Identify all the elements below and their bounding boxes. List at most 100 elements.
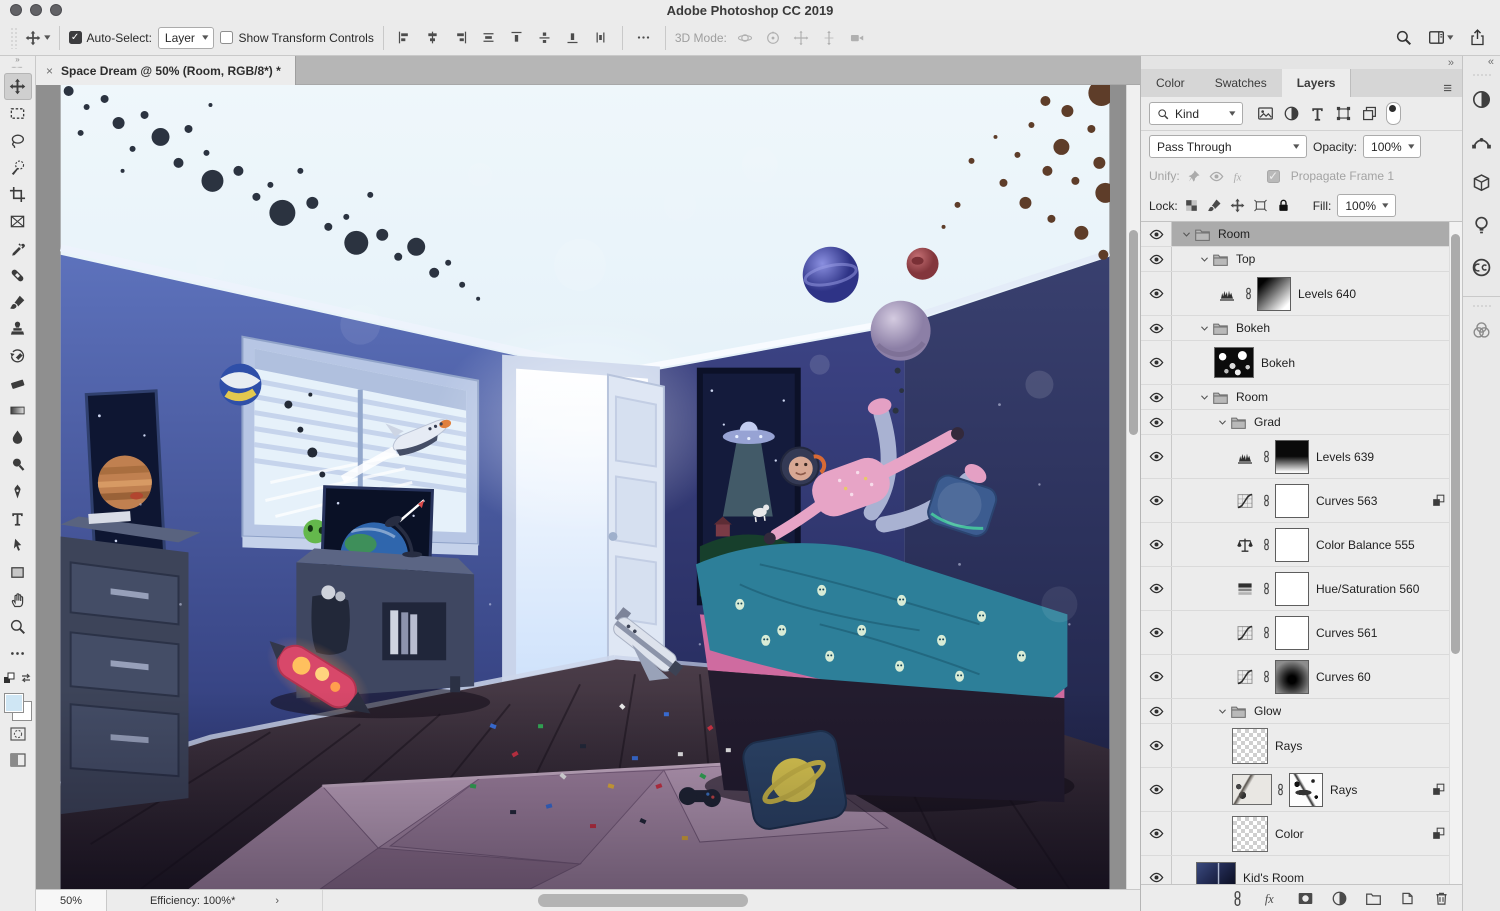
layers-scrollbar[interactable] [1449,222,1462,884]
panel-tab-color[interactable]: Color [1141,69,1200,97]
frame-tool[interactable] [4,208,32,235]
layer-mask-thumbnail[interactable] [1275,483,1309,518]
align-right-edges-icon[interactable] [449,26,473,50]
layer-visibility-toggle[interactable] [1141,341,1172,384]
mask-link-icon[interactable] [1259,626,1274,639]
history-brush-tool[interactable] [4,343,32,370]
layer-name[interactable]: Rays [1330,783,1357,797]
layer-styles-icon[interactable]: fx [1263,890,1280,907]
lock-transparent-pixels-icon[interactable] [1184,198,1199,213]
layer-row[interactable]: Kid's Room [1141,856,1462,885]
lock-all-icon[interactable] [1276,198,1291,213]
learn-panel-icon[interactable] [1467,210,1497,240]
brush-tool[interactable] [4,289,32,316]
canvas-horizontal-scrollbar-thumb[interactable] [538,894,748,907]
hand-tool[interactable] [4,586,32,613]
layer-name[interactable]: Room [1218,227,1250,241]
layer-visibility-toggle[interactable] [1141,316,1172,340]
align-left-edges-icon[interactable] [393,26,417,50]
quick-mask-button[interactable] [9,725,27,748]
dock-collapse-icon[interactable]: « [1488,56,1494,68]
expand-collapse-caret-icon[interactable] [1196,254,1212,265]
layer-visibility-toggle[interactable] [1141,479,1172,522]
layer-row[interactable]: Hue/Saturation 560 [1141,567,1462,611]
layer-row[interactable]: Room [1141,222,1462,247]
layer-name[interactable]: Kid's Room [1243,871,1304,885]
tool-preset-caret-icon[interactable]: ▾ [44,32,50,43]
layer-visibility-toggle[interactable] [1141,856,1172,884]
layer-name[interactable]: Curves 60 [1316,670,1371,684]
eyedropper-tool[interactable] [4,235,32,262]
libraries-panel-icon[interactable] [1467,252,1497,282]
expand-collapse-caret-icon[interactable] [1196,392,1212,403]
adjustments-panel-icon[interactable] [1467,84,1497,114]
layer-mask-thumbnail[interactable] [1257,276,1291,311]
adjustment-layer-icon[interactable] [1232,536,1258,554]
status-chevron-icon[interactable]: › [275,895,279,907]
rectangular-marquee-tool[interactable] [4,100,32,127]
mask-link-icon[interactable] [1273,783,1288,796]
layer-name[interactable]: Room [1236,390,1268,404]
expand-collapse-caret-icon[interactable] [1214,417,1230,428]
layers-scrollbar-thumb[interactable] [1451,234,1460,654]
layer-name[interactable]: Rays [1275,739,1302,753]
zoom-level-field[interactable]: 50% [36,890,107,911]
layer-name[interactable]: Glow [1254,704,1281,718]
show-transform-controls-checkbox[interactable] [220,31,234,44]
adjustment-layer-icon[interactable] [1232,668,1258,686]
layer-name[interactable]: Color Balance 555 [1316,538,1415,552]
panel-menu-icon[interactable]: ≡ [1443,80,1462,97]
layer-visibility-toggle[interactable] [1141,812,1172,855]
lasso-tool[interactable] [4,127,32,154]
new-adjustment-layer-icon[interactable] [1331,890,1348,907]
layer-visibility-toggle[interactable] [1141,611,1172,654]
canvas-area[interactable] [36,85,1140,889]
layer-visibility-toggle[interactable] [1141,523,1172,566]
panel-tab-layers[interactable]: Layers [1281,69,1352,97]
blend-mode-select[interactable]: Pass Through ▾ [1149,135,1307,158]
layer-filter-toggle[interactable] [1386,102,1401,125]
channels-panel-icon[interactable] [1467,315,1497,345]
3d-panel-icon[interactable] [1467,168,1497,198]
screen-mode-button[interactable] [9,751,27,774]
layer-name[interactable]: Top [1236,252,1255,266]
layer-row[interactable]: Bokeh [1141,316,1462,341]
layer-row[interactable]: Grad [1141,410,1462,435]
layer-mask-thumbnail[interactable] [1275,659,1309,694]
filter-adjustment-layers-icon[interactable] [1283,105,1300,122]
rectangle-tool[interactable] [4,559,32,586]
layer-visibility-toggle[interactable] [1141,247,1172,271]
distribute-vertical-centers-icon[interactable] [533,26,557,50]
layer-thumbnail[interactable] [1196,862,1236,884]
lock-position-icon[interactable] [1230,198,1245,213]
quick-selection-tool[interactable] [4,154,32,181]
adjustment-layer-icon[interactable] [1232,624,1258,642]
layer-row[interactable]: Color [1141,812,1462,856]
layer-row[interactable]: Top [1141,247,1462,272]
layer-thumbnail[interactable] [1232,774,1272,805]
swap-colors-icon[interactable] [19,671,33,689]
layer-row[interactable]: Curves 563 [1141,479,1462,523]
canvas-vertical-scrollbar-thumb[interactable] [1129,230,1138,435]
layer-mask-thumbnail[interactable] [1275,615,1309,650]
layer-row[interactable]: Curves 60 [1141,655,1462,699]
layer-visibility-toggle[interactable] [1141,724,1172,767]
filter-shape-layers-icon[interactable] [1335,105,1352,122]
layer-name[interactable]: Hue/Saturation 560 [1316,582,1419,596]
type-tool[interactable] [4,505,32,532]
layer-mask-thumbnail[interactable] [1275,439,1309,474]
layer-visibility-toggle[interactable] [1141,435,1172,478]
adjustment-layer-icon[interactable] [1214,285,1240,303]
zoom-tool[interactable] [4,613,32,640]
more-align-options-button[interactable] [632,26,656,50]
expand-collapse-caret-icon[interactable] [1178,229,1194,240]
layer-thumbnail[interactable] [1232,815,1268,852]
dodge-tool[interactable] [4,451,32,478]
layer-thumbnail[interactable] [1214,347,1254,378]
document-tab[interactable]: × Space Dream @ 50% (Room, RGB/8*) * [36,56,296,85]
layer-visibility-toggle[interactable] [1141,655,1172,698]
distribute-horizontal-centers-icon[interactable] [589,26,613,50]
fill-field[interactable]: 100% ▾ [1337,194,1396,217]
default-colors-icon[interactable] [3,671,15,689]
lock-image-pixels-icon[interactable] [1207,198,1222,213]
